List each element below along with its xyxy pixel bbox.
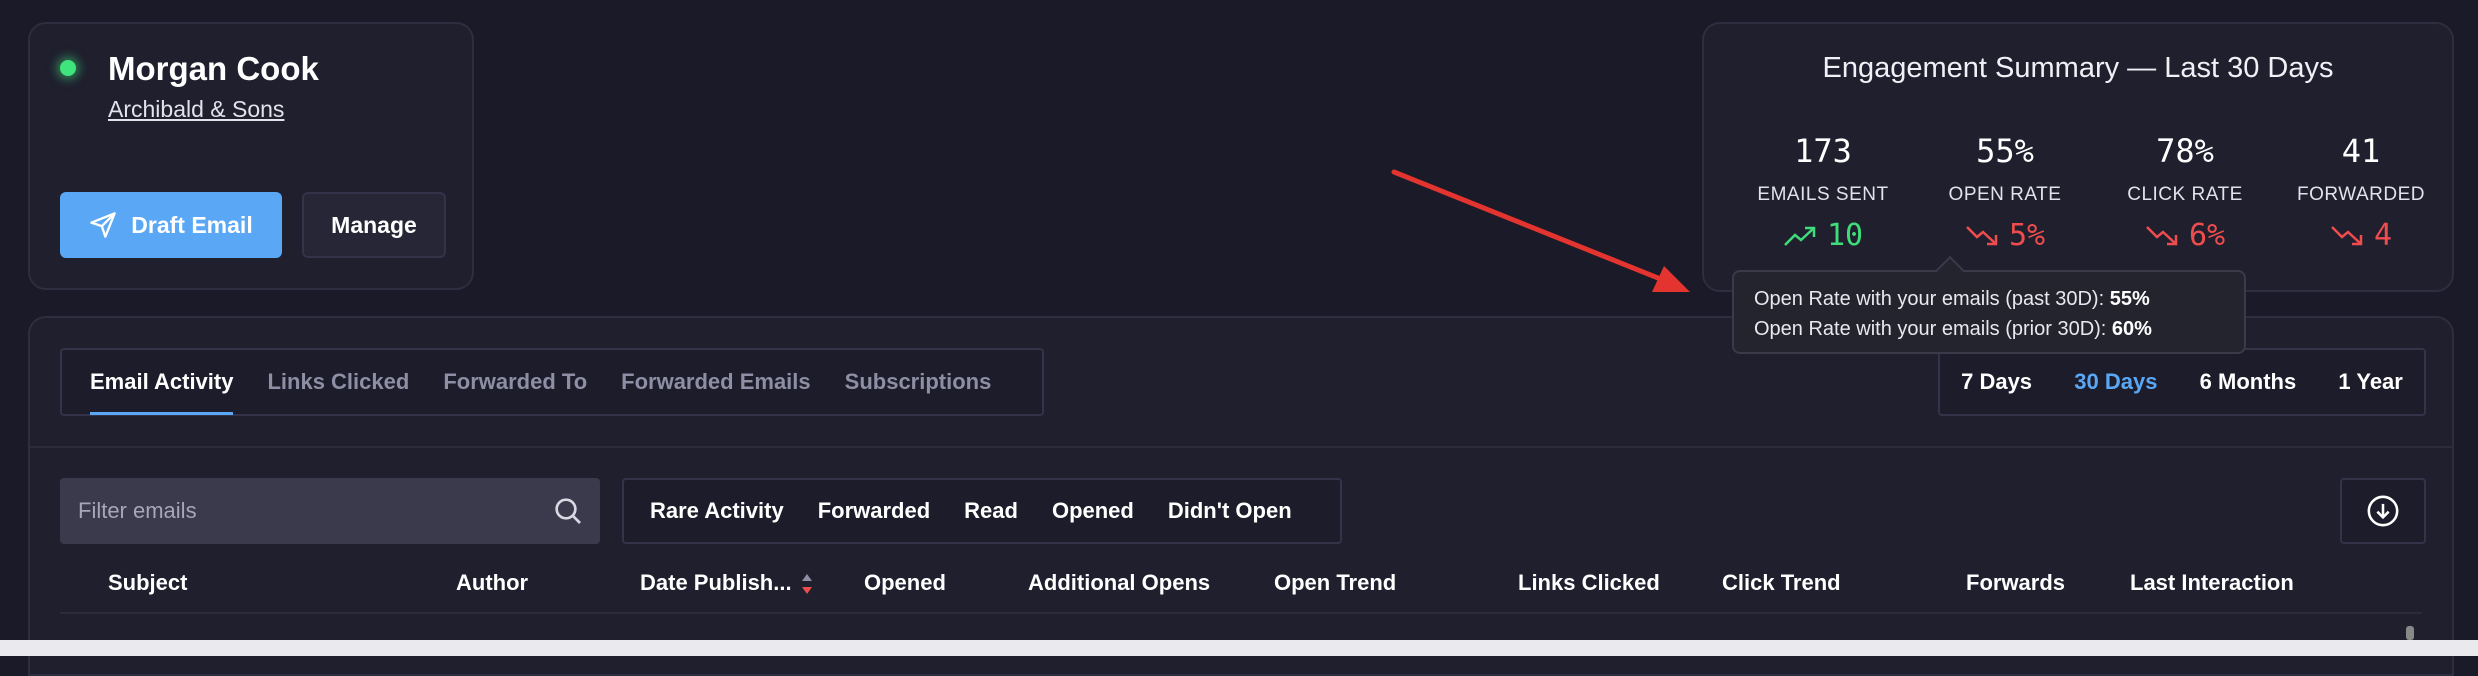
window-bottom-edge	[0, 640, 2478, 656]
annotation-arrow	[1391, 169, 1690, 292]
scrollbar-thumb[interactable]	[2406, 626, 2414, 640]
